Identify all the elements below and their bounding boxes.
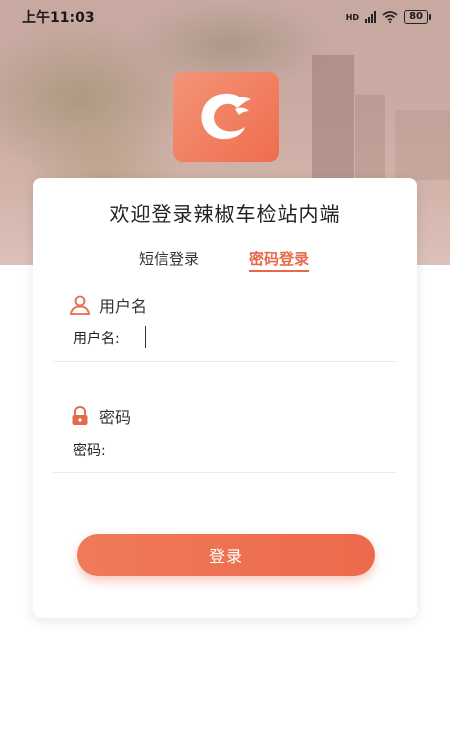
login-card: 欢迎登录辣椒车检站内端 短信登录 密码登录 用户名 用户名: 密码 密码: 登录 [33, 178, 417, 618]
login-button[interactable]: 登录 [77, 534, 375, 576]
network-type: HD [345, 12, 360, 22]
app-logo [173, 72, 279, 162]
chili-c-logo-icon [201, 93, 251, 140]
password-heading-label: 密码 [99, 408, 132, 427]
status-bar: 上午11:03 HD 80 [0, 0, 450, 34]
password-heading: 密码 [69, 404, 131, 428]
tab-label: 短信登录 [139, 250, 200, 268]
divider [53, 361, 397, 362]
battery-icon: 80 [404, 10, 431, 24]
building [355, 95, 385, 185]
building [312, 55, 354, 185]
signal-icon [365, 11, 377, 23]
username-input[interactable] [145, 326, 385, 348]
status-time: 上午11:03 [22, 10, 95, 26]
password-label: 密码: [73, 443, 106, 459]
divider [53, 472, 397, 473]
active-tab-indicator [249, 270, 310, 272]
username-label: 用户名: [73, 331, 120, 347]
wifi-icon [382, 11, 398, 23]
username-heading-label: 用户名 [99, 297, 148, 316]
user-icon [69, 295, 91, 315]
battery-level: 80 [409, 11, 423, 22]
username-heading: 用户名 [69, 293, 147, 317]
tab-password-login[interactable]: 密码登录 [249, 248, 310, 272]
tab-sms-login[interactable]: 短信登录 [139, 248, 199, 269]
tab-label: 密码登录 [249, 250, 310, 268]
page-title: 欢迎登录辣椒车检站内端 [109, 202, 341, 226]
status-icons: HD 80 [345, 10, 431, 24]
password-input[interactable] [145, 438, 385, 460]
building [395, 110, 450, 180]
lock-icon [72, 405, 88, 425]
